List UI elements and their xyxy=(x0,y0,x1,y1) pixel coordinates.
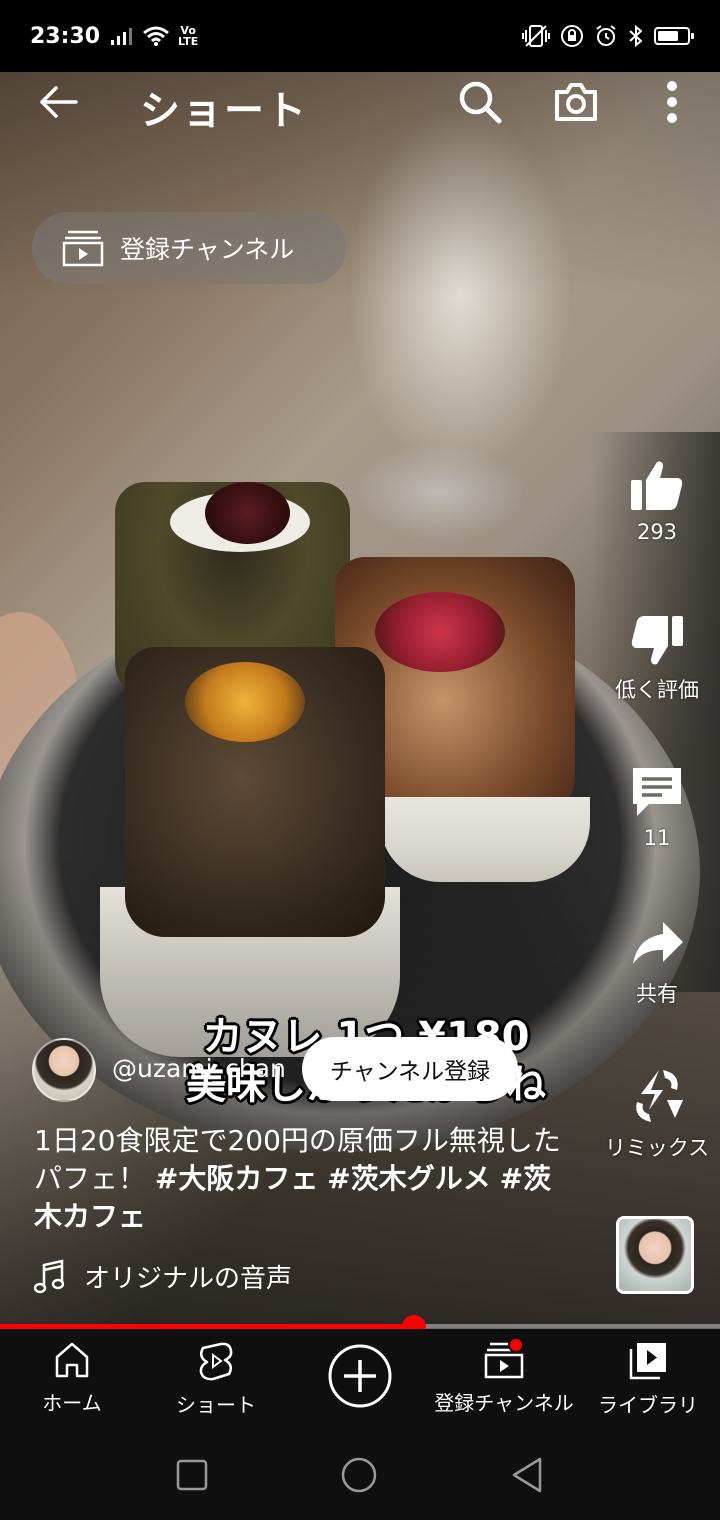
vibrate-icon xyxy=(522,25,550,47)
nav-subscriptions-label: 登録チャンネル xyxy=(434,1391,574,1415)
home-circle-icon[interactable] xyxy=(340,1456,378,1494)
nav-subscriptions[interactable]: 登録チャンネル xyxy=(432,1329,576,1429)
create-plus-icon xyxy=(328,1344,392,1408)
channel-avatar[interactable] xyxy=(32,1038,96,1102)
search-button[interactable] xyxy=(452,72,508,132)
like-button[interactable]: 293 xyxy=(592,458,720,544)
bottom-nav: ホーム ショート 登録チャンネル ライブラリ xyxy=(0,1329,720,1429)
nav-shorts[interactable]: ショート xyxy=(144,1329,288,1429)
recent-apps-icon[interactable] xyxy=(176,1459,208,1491)
like-count: 293 xyxy=(636,520,678,544)
status-time: 23:30 xyxy=(30,23,101,49)
video-description[interactable]: 1日20食限定で200円の原価フル無視したパフェ！ #大阪カフェ #茨木グルメ … xyxy=(34,1122,574,1236)
status-bar: 23:30 Vo LTE xyxy=(0,0,720,72)
music-note-icon xyxy=(34,1258,64,1293)
sound-row[interactable]: オリジナルの音声 xyxy=(34,1258,292,1295)
camera-icon xyxy=(555,83,597,121)
nav-library[interactable]: ライブラリ xyxy=(576,1329,720,1429)
hashtag-osaka-cafe[interactable]: #大阪カフェ xyxy=(155,1162,318,1195)
dislike-button[interactable]: 低く評価 xyxy=(592,612,720,704)
wifi-icon xyxy=(143,26,169,46)
subscriptions-icon xyxy=(62,230,104,267)
thumb-down-icon xyxy=(631,616,683,665)
back-triangle-icon[interactable] xyxy=(510,1456,544,1494)
new-content-dot xyxy=(508,1337,524,1353)
more-vert-icon xyxy=(667,81,677,123)
camera-button[interactable] xyxy=(548,72,604,132)
nav-create[interactable] xyxy=(288,1329,432,1429)
back-button[interactable] xyxy=(28,72,88,132)
dislike-label: 低く評価 xyxy=(615,678,699,702)
more-options-button[interactable] xyxy=(648,72,696,132)
subscribe-button[interactable]: チャンネル登録 xyxy=(302,1037,518,1101)
subscriptions-chip-label: 登録チャンネル xyxy=(120,235,295,264)
share-label: 共有 xyxy=(636,982,678,1006)
home-icon xyxy=(55,1342,89,1378)
volte-indicator: Vo LTE xyxy=(178,24,199,48)
share-icon xyxy=(633,922,683,964)
subscriptions-chip[interactable]: 登録チャンネル xyxy=(32,212,346,284)
bluetooth-icon xyxy=(629,24,643,48)
signal-icon xyxy=(111,28,133,45)
system-nav-bar xyxy=(0,1429,720,1520)
alarm-icon xyxy=(596,25,616,46)
remix-button[interactable]: リミックス xyxy=(592,1066,720,1162)
lock-rotation-icon xyxy=(561,25,583,47)
thumb-up-icon xyxy=(631,461,683,510)
comment-icon xyxy=(633,768,681,816)
nav-home[interactable]: ホーム xyxy=(0,1329,144,1429)
nav-library-label: ライブラリ xyxy=(598,1393,698,1417)
nav-home-label: ホーム xyxy=(42,1391,102,1415)
remix-icon xyxy=(636,1070,683,1122)
comment-count: 11 xyxy=(643,826,671,850)
page-title: ショート xyxy=(140,88,308,134)
comments-button[interactable]: 11 xyxy=(592,764,720,850)
hashtag-ibaraki-gourmet[interactable]: #茨木グルメ xyxy=(327,1162,490,1195)
battery-icon xyxy=(654,27,694,45)
sound-label: オリジナルの音声 xyxy=(84,1264,293,1294)
share-button[interactable]: 共有 xyxy=(592,916,720,1008)
nav-shorts-label: ショート xyxy=(176,1393,256,1417)
channel-handle[interactable]: @uzami_chan xyxy=(112,1054,286,1083)
library-icon xyxy=(629,1343,666,1380)
back-arrow-icon xyxy=(40,86,78,118)
sound-thumbnail[interactable] xyxy=(616,1216,694,1294)
shorts-icon xyxy=(199,1342,233,1381)
search-icon xyxy=(459,81,502,124)
remix-label: リミックス xyxy=(604,1136,710,1160)
